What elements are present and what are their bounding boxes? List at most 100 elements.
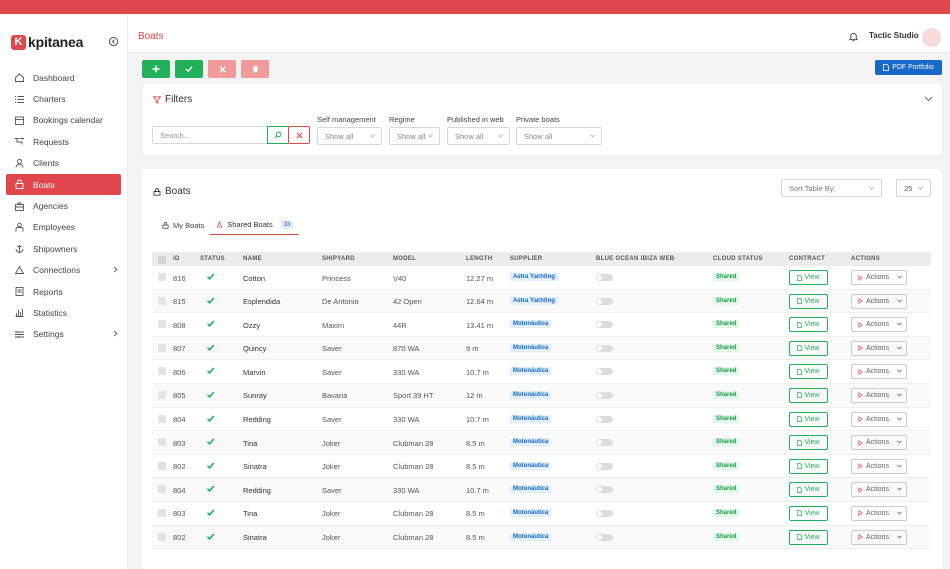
sidebar-item-connections[interactable]: Connections bbox=[6, 260, 121, 281]
avatar[interactable] bbox=[922, 28, 941, 47]
select-all-checkbox[interactable] bbox=[158, 255, 166, 264]
actions-dropdown[interactable]: Actions bbox=[851, 364, 907, 380]
col-status[interactable]: STATUS bbox=[200, 256, 225, 262]
cell-name[interactable]: Marvin bbox=[243, 368, 266, 377]
view-contract-button[interactable]: View bbox=[789, 458, 828, 474]
filters-header[interactable]: Filters bbox=[153, 94, 192, 105]
cell-name[interactable]: Redding bbox=[243, 486, 271, 495]
brand-logo[interactable]: K kpitanea bbox=[11, 34, 83, 50]
row-checkbox[interactable] bbox=[158, 414, 166, 423]
col-name[interactable]: NAME bbox=[243, 256, 262, 262]
sidebar-item-agencies[interactable]: Agencies bbox=[6, 195, 121, 216]
cell-name[interactable]: Tina bbox=[243, 509, 257, 518]
col-length[interactable]: LENGTH bbox=[466, 256, 492, 262]
sidebar-collapse-icon[interactable] bbox=[107, 35, 119, 47]
view-contract-button[interactable]: View bbox=[789, 317, 828, 333]
blue-ocean-web-toggle[interactable] bbox=[596, 509, 613, 517]
actions-dropdown[interactable]: Actions bbox=[851, 482, 907, 498]
actions-dropdown[interactable]: Actions bbox=[851, 458, 907, 474]
cancel-button[interactable] bbox=[208, 60, 236, 78]
cell-name[interactable]: Redding bbox=[243, 415, 271, 424]
sidebar-item-dashboard[interactable]: Dashboard bbox=[6, 67, 121, 88]
notifications-bell-icon[interactable] bbox=[848, 31, 859, 42]
col-id[interactable]: ID bbox=[173, 256, 180, 262]
blue-ocean-web-toggle[interactable] bbox=[596, 274, 613, 281]
tab-shared-boats[interactable]: Shared Boats 33 bbox=[210, 218, 300, 235]
row-checkbox[interactable] bbox=[158, 343, 166, 352]
col-supplier[interactable]: SUPPLIER bbox=[510, 256, 542, 262]
search-button[interactable] bbox=[267, 126, 289, 144]
search-input[interactable]: Search... bbox=[152, 126, 268, 144]
chevron-down-icon[interactable] bbox=[924, 96, 933, 102]
view-contract-button[interactable]: View bbox=[789, 270, 828, 285]
actions-dropdown[interactable]: Actions bbox=[851, 411, 907, 427]
cell-name[interactable]: Sinatra bbox=[243, 462, 267, 471]
sort-table-select[interactable]: Sort Table By: bbox=[781, 179, 882, 197]
blue-ocean-web-toggle[interactable] bbox=[596, 344, 613, 352]
cell-name[interactable]: Cotton bbox=[243, 274, 265, 283]
blue-ocean-web-toggle[interactable] bbox=[596, 321, 613, 329]
cell-name[interactable]: Esplendida bbox=[243, 297, 280, 306]
row-checkbox[interactable] bbox=[158, 508, 166, 517]
clear-search-button[interactable] bbox=[288, 126, 310, 144]
sidebar-item-employees[interactable]: Employees bbox=[6, 217, 121, 238]
confirm-button[interactable] bbox=[175, 60, 203, 78]
col-blue-ocean-web[interactable]: BLUE OCEAN IBIZA WEB bbox=[596, 256, 674, 262]
row-checkbox[interactable] bbox=[158, 438, 166, 447]
sidebar-item-charters[interactable]: Charters bbox=[6, 88, 121, 109]
col-model[interactable]: MODEL bbox=[393, 256, 416, 262]
row-checkbox[interactable] bbox=[158, 461, 166, 470]
sidebar-item-boats[interactable]: Boats bbox=[6, 173, 121, 196]
row-checkbox[interactable] bbox=[158, 273, 166, 281]
published-web-select[interactable]: Show all bbox=[447, 127, 510, 145]
actions-dropdown[interactable]: Actions bbox=[851, 317, 907, 333]
tab-my-boats[interactable]: My Boats bbox=[156, 218, 210, 235]
view-contract-button[interactable]: View bbox=[789, 340, 828, 356]
sidebar-item-shipowners[interactable]: Shipowners bbox=[6, 238, 121, 259]
pdf-portfolio-button[interactable]: PDF Portfolio bbox=[875, 60, 942, 75]
view-contract-button[interactable]: View bbox=[789, 411, 828, 427]
cell-name[interactable]: Ozzy bbox=[243, 321, 260, 330]
regime-select[interactable]: Show all bbox=[389, 127, 440, 145]
blue-ocean-web-toggle[interactable] bbox=[596, 533, 613, 541]
blue-ocean-web-toggle[interactable] bbox=[596, 439, 613, 447]
blue-ocean-web-toggle[interactable] bbox=[596, 462, 613, 470]
sidebar-item-statistics[interactable]: Statistics bbox=[6, 302, 121, 323]
view-contract-button[interactable]: View bbox=[789, 529, 828, 545]
actions-dropdown[interactable]: Actions bbox=[851, 387, 907, 403]
view-contract-button[interactable]: View bbox=[789, 482, 828, 498]
blue-ocean-web-toggle[interactable] bbox=[596, 391, 613, 399]
actions-dropdown[interactable]: Actions bbox=[851, 505, 907, 521]
sidebar-item-settings[interactable]: Settings bbox=[6, 324, 121, 345]
cell-name[interactable]: Quincy bbox=[243, 344, 266, 353]
row-checkbox[interactable] bbox=[158, 367, 166, 376]
actions-dropdown[interactable]: Actions bbox=[851, 529, 907, 545]
self-management-select[interactable]: Show all bbox=[317, 127, 382, 145]
row-checkbox[interactable] bbox=[158, 296, 166, 305]
sidebar-item-bookings-calendar[interactable]: Bookings calendar bbox=[6, 110, 121, 131]
blue-ocean-web-toggle[interactable] bbox=[596, 297, 613, 305]
cell-name[interactable]: Tina bbox=[243, 439, 257, 448]
sidebar-item-requests[interactable]: Requests bbox=[6, 131, 121, 152]
col-contract[interactable]: CONTRACT bbox=[789, 256, 825, 262]
blue-ocean-web-toggle[interactable] bbox=[596, 368, 613, 376]
blue-ocean-web-toggle[interactable] bbox=[596, 415, 613, 423]
user-name[interactable]: Tactic Studio bbox=[869, 31, 919, 40]
cell-name[interactable]: Sinatra bbox=[243, 533, 267, 542]
sidebar-item-clients[interactable]: Clients bbox=[6, 153, 121, 174]
delete-button[interactable] bbox=[241, 60, 269, 78]
per-page-select[interactable]: 25 bbox=[896, 179, 931, 197]
private-boats-select[interactable]: Show all bbox=[516, 127, 602, 145]
row-checkbox[interactable] bbox=[158, 320, 166, 329]
row-checkbox[interactable] bbox=[158, 532, 166, 541]
view-contract-button[interactable]: View bbox=[789, 364, 828, 380]
actions-dropdown[interactable]: Actions bbox=[851, 270, 907, 285]
actions-dropdown[interactable]: Actions bbox=[851, 340, 907, 356]
add-button[interactable] bbox=[142, 60, 170, 78]
blue-ocean-web-toggle[interactable] bbox=[596, 486, 613, 494]
view-contract-button[interactable]: View bbox=[789, 387, 828, 403]
actions-dropdown[interactable]: Actions bbox=[851, 435, 907, 451]
row-checkbox[interactable] bbox=[158, 390, 166, 399]
view-contract-button[interactable]: View bbox=[789, 435, 828, 451]
cell-name[interactable]: Sunray bbox=[243, 391, 267, 400]
